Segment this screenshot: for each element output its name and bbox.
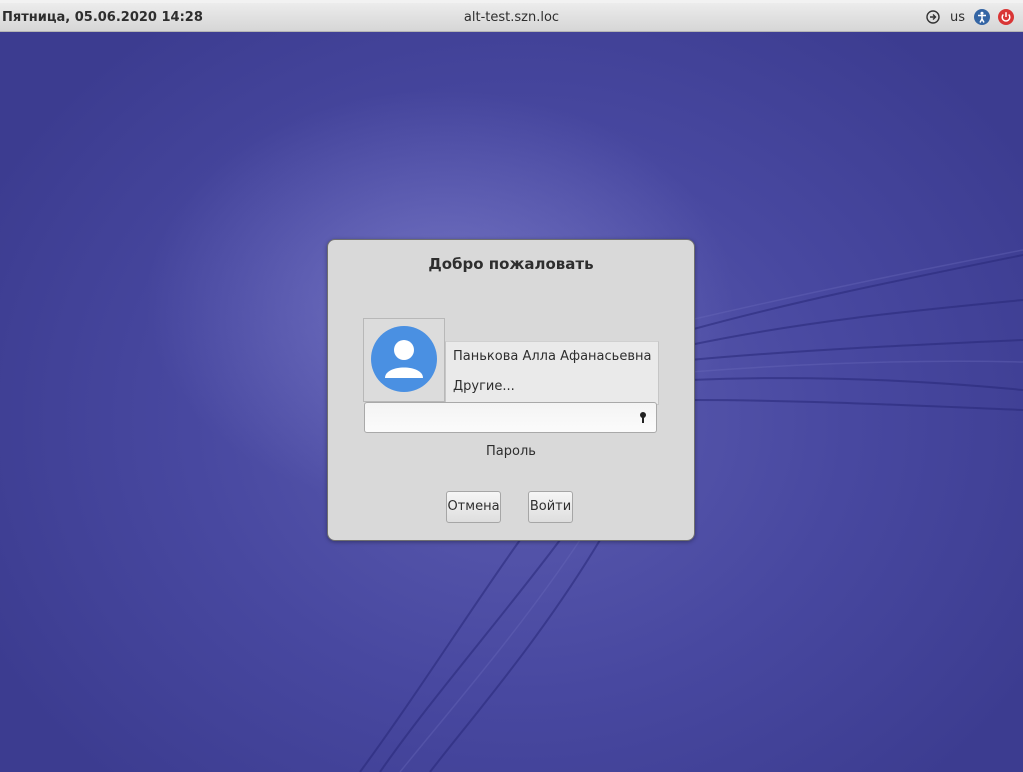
keyboard-layout-indicator[interactable]: us [950, 10, 965, 25]
hostname: alt-test.szn.loc [463, 10, 560, 25]
user-list: Панькова Алла Афанасьевна Другие... [445, 341, 659, 405]
keyhole-icon [638, 410, 648, 424]
avatar-frame [363, 318, 445, 402]
user-list-item[interactable]: Панькова Алла Афанасьевна [446, 342, 658, 372]
dialog-title: Добро пожаловать [428, 255, 594, 273]
user-avatar-icon [371, 326, 437, 392]
login-dialog: Добро пожаловать Панькова Алла Афанасьев… [327, 239, 695, 541]
login-button[interactable]: Войти [528, 491, 573, 523]
network-icon[interactable] [924, 8, 942, 26]
accessibility-icon[interactable] [973, 8, 991, 26]
cancel-button[interactable]: Отмена [446, 491, 501, 523]
password-label: Пароль [486, 444, 536, 459]
system-tray: us [924, 7, 1015, 27]
password-input[interactable] [364, 402, 657, 433]
power-icon[interactable] [997, 8, 1015, 26]
top-panel: Пятница, 05.06.2020 14:28 alt-test.szn.l… [0, 3, 1023, 32]
user-list-item-other[interactable]: Другие... [446, 372, 658, 402]
